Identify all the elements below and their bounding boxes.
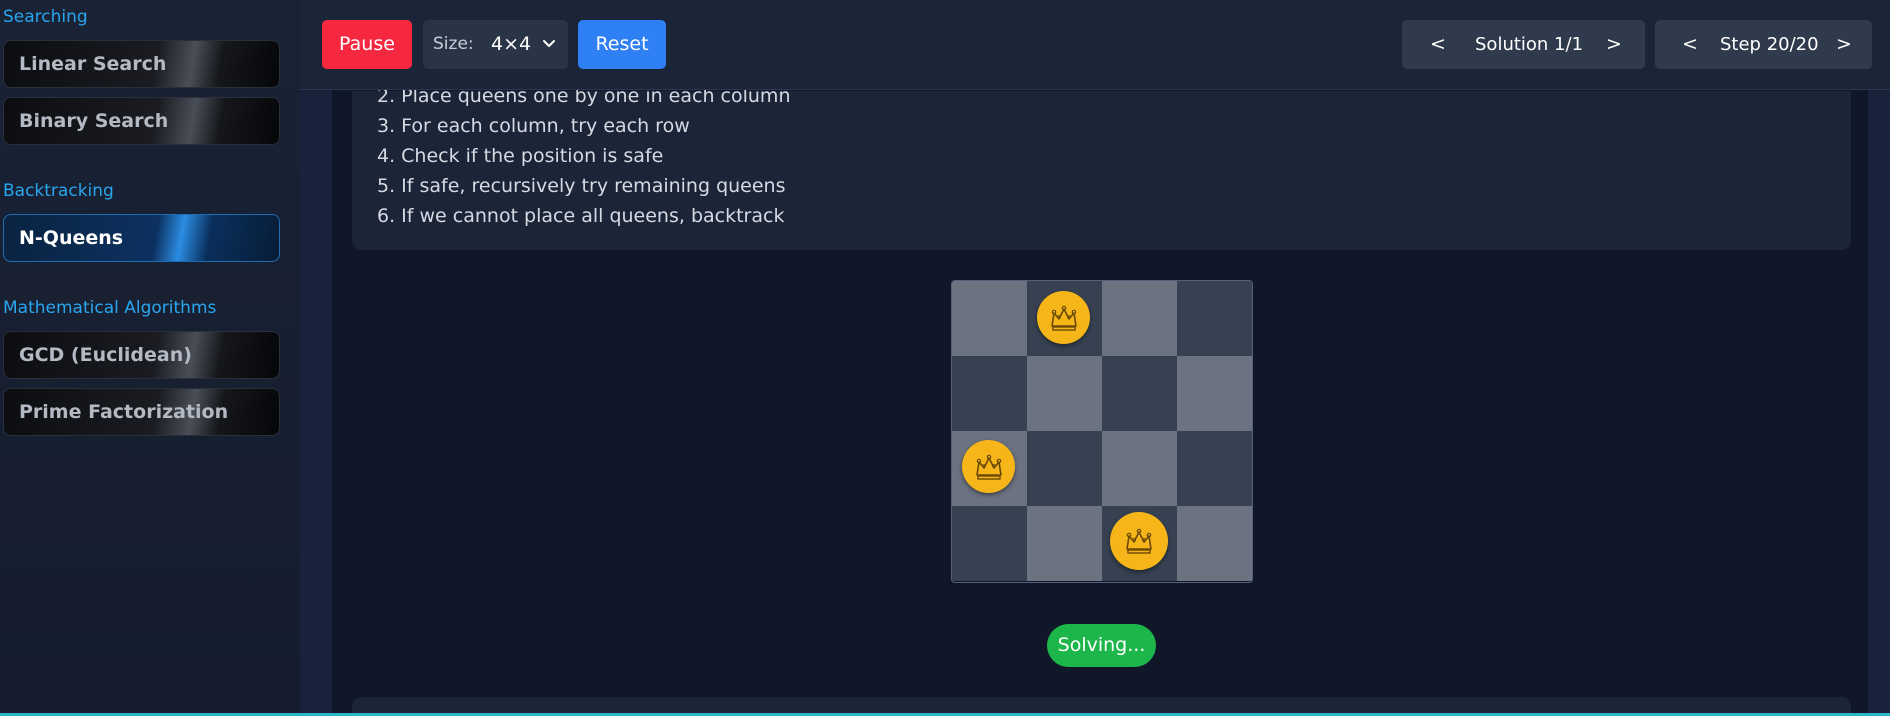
board-cell bbox=[1177, 506, 1252, 581]
board-cell bbox=[1027, 281, 1102, 356]
board-cell bbox=[1027, 506, 1102, 581]
step-line: 3. For each column, try each row bbox=[377, 115, 690, 137]
size-label: Size: bbox=[433, 34, 474, 54]
content-gutter-left bbox=[300, 0, 332, 716]
queen-piece bbox=[1037, 291, 1090, 344]
crown-icon bbox=[1048, 302, 1080, 334]
crown-icon bbox=[973, 451, 1005, 483]
board-cell bbox=[1102, 356, 1177, 431]
queen-piece bbox=[962, 440, 1015, 493]
pause-button[interactable]: Pause bbox=[322, 20, 412, 69]
sidebar-item-gcd[interactable]: GCD (Euclidean) bbox=[3, 331, 280, 379]
content-gutter-right bbox=[1868, 0, 1890, 716]
board-cell bbox=[1177, 431, 1252, 506]
step-counter: Step 20/20 bbox=[1720, 34, 1819, 55]
crown-icon bbox=[1123, 525, 1155, 557]
board-cell bbox=[1027, 431, 1102, 506]
board-cell bbox=[1177, 281, 1252, 356]
board-cell bbox=[1102, 281, 1177, 356]
board-cell bbox=[952, 431, 1027, 506]
reset-button[interactable]: Reset bbox=[578, 20, 666, 69]
board-cell bbox=[1102, 506, 1177, 581]
status-badge: Solving... bbox=[1047, 624, 1156, 667]
n-queens-board bbox=[951, 280, 1253, 583]
board-cell bbox=[952, 356, 1027, 431]
board-cell bbox=[952, 506, 1027, 581]
section-heading-backtracking: Backtracking bbox=[3, 181, 114, 201]
sidebar-item-prime-factorization[interactable]: Prime Factorization bbox=[3, 388, 280, 436]
solution-counter: Solution 1/1 bbox=[1475, 34, 1584, 55]
sidebar-item-binary-search[interactable]: Binary Search bbox=[3, 97, 280, 145]
step-line: 5. If safe, recursively try remaining qu… bbox=[377, 175, 786, 197]
prev-solution-button[interactable]: < bbox=[1430, 33, 1446, 55]
board-cell bbox=[1102, 431, 1177, 506]
step-navigator: < Step 20/20 > bbox=[1655, 20, 1872, 69]
section-heading-searching: Searching bbox=[3, 7, 88, 27]
sidebar: Searching Linear Search Binary Search Ba… bbox=[0, 0, 300, 716]
section-heading-mathematical: Mathematical Algorithms bbox=[3, 298, 217, 318]
board-cell bbox=[1027, 356, 1102, 431]
step-line: 6. If we cannot place all queens, backtr… bbox=[377, 205, 785, 227]
solution-navigator: < Solution 1/1 > bbox=[1402, 20, 1645, 69]
board-size-select[interactable]: Size: 4×4 bbox=[423, 20, 568, 69]
queen-piece bbox=[1110, 512, 1168, 570]
sidebar-item-n-queens[interactable]: N-Queens bbox=[3, 214, 280, 262]
chevron-down-icon bbox=[543, 40, 555, 47]
next-step-button[interactable]: > bbox=[1836, 33, 1852, 55]
algorithm-steps-panel: 2. Place queens one by one in each colum… bbox=[352, 85, 1851, 250]
board-cell bbox=[952, 281, 1027, 356]
size-value: 4×4 bbox=[491, 33, 532, 55]
board-cell bbox=[1177, 356, 1252, 431]
next-solution-button[interactable]: > bbox=[1606, 33, 1622, 55]
prev-step-button[interactable]: < bbox=[1682, 33, 1698, 55]
step-line: 4. Check if the position is safe bbox=[377, 145, 664, 167]
sidebar-item-linear-search[interactable]: Linear Search bbox=[3, 40, 280, 88]
